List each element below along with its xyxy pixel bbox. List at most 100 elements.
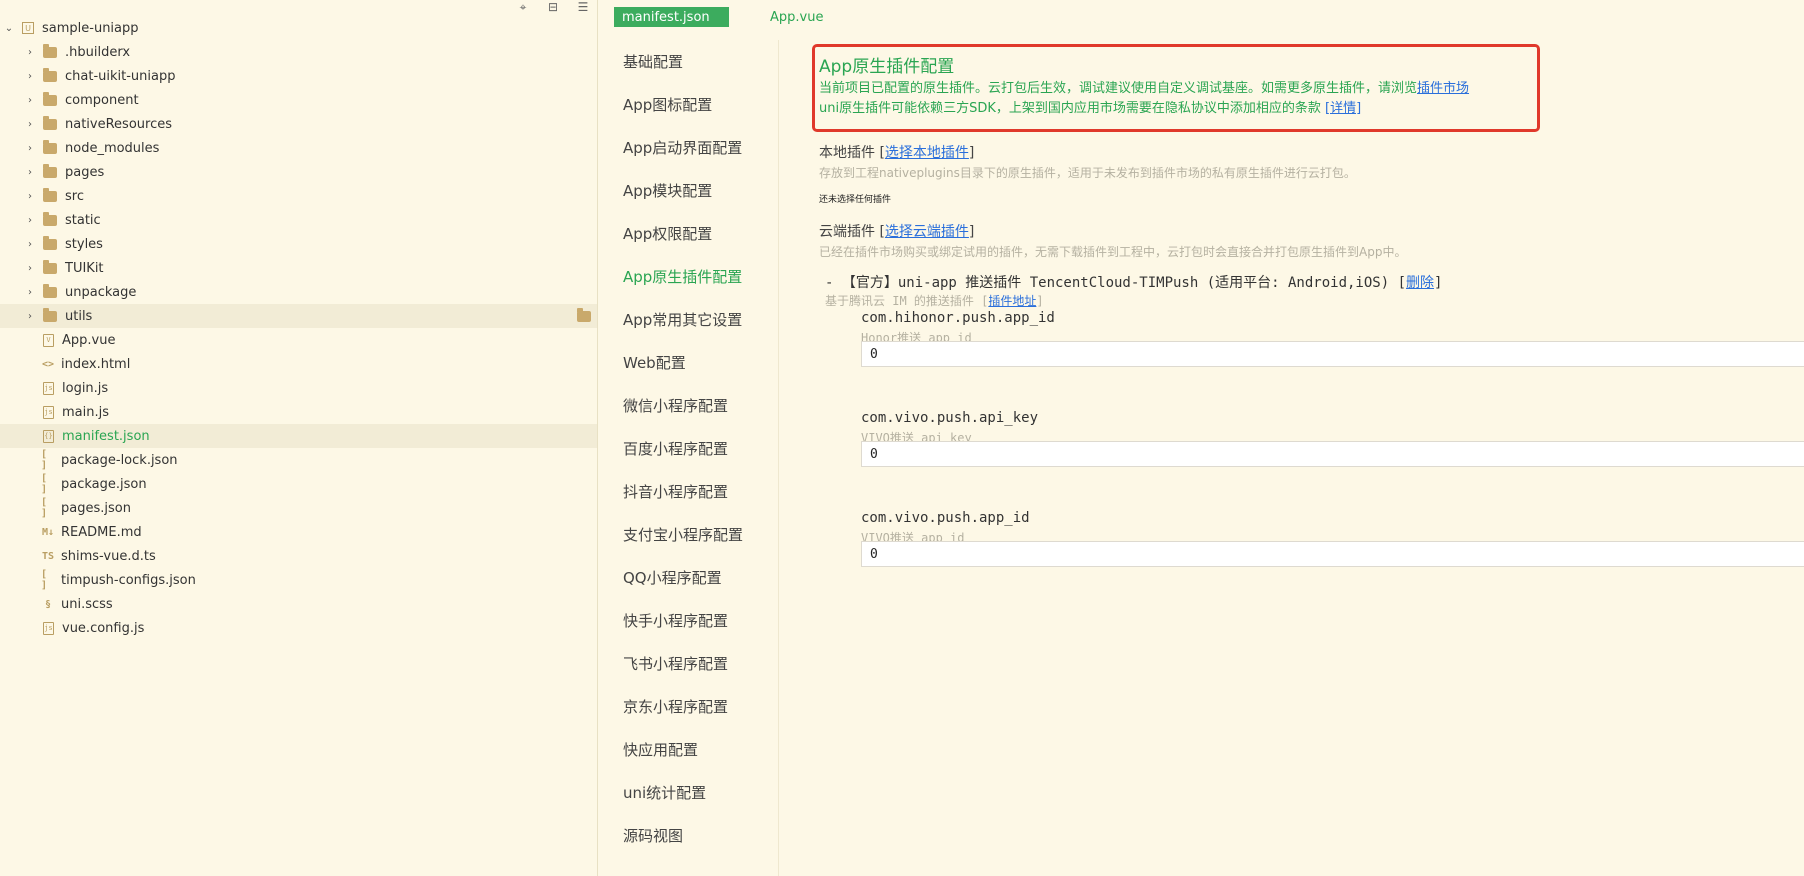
details-link[interactable]: [详情] bbox=[1325, 101, 1361, 116]
nav-item-qq-mp[interactable]: QQ小程序配置 bbox=[623, 567, 722, 588]
nav-item-app-native-plugins[interactable]: App原生插件配置 bbox=[623, 266, 742, 287]
tree-item-styles[interactable]: › styles bbox=[0, 232, 597, 256]
tree-item-unpackage[interactable]: › unpackage bbox=[0, 280, 597, 304]
tree-item-shims-vue-d-ts[interactable]: TS shims-vue.d.ts bbox=[0, 544, 597, 568]
tree-item-node-modules[interactable]: › node_modules bbox=[0, 136, 597, 160]
tree-item-manifest-json[interactable]: {} manifest.json bbox=[0, 424, 597, 448]
nav-item-douyin-mp[interactable]: 抖音小程序配置 bbox=[623, 481, 728, 502]
collapse-all-icon[interactable]: ⊟ bbox=[545, 0, 561, 14]
folder-icon bbox=[43, 283, 57, 298]
plugin-subtitle: 基于腾讯云 IM 的推送插件 [插件地址] bbox=[825, 292, 1044, 309]
nav-item-kuaishou-mp[interactable]: 快手小程序配置 bbox=[623, 610, 728, 631]
select-local-plugin-link[interactable]: 选择本地插件 bbox=[885, 145, 969, 161]
select-cloud-plugin-link[interactable]: 选择云端插件 bbox=[885, 224, 969, 240]
tree-item-tuikit[interactable]: › TUIKit bbox=[0, 256, 597, 280]
tree-item-label: uni.scss bbox=[61, 596, 113, 612]
vivo-api-key-input[interactable] bbox=[861, 441, 1804, 467]
tree-item-uni-scss[interactable]: § uni.scss bbox=[0, 592, 597, 616]
tree-item-pages-json[interactable]: [ ] pages.json bbox=[0, 496, 597, 520]
tree-item-label: shims-vue.d.ts bbox=[61, 548, 156, 564]
nav-item-alipay-mp[interactable]: 支付宝小程序配置 bbox=[623, 524, 743, 545]
description-text: 当前项目已配置的原生插件。云打包后生效，调试建议使用自定义调试基座。如需更多原生… bbox=[819, 81, 1418, 96]
tab-app-vue[interactable]: App.vue bbox=[770, 7, 823, 27]
manifest-settings-nav: 基础配置 App图标配置 App启动界面配置 App模块配置 App权限配置 A… bbox=[598, 40, 779, 876]
honor-app-id-input[interactable] bbox=[861, 341, 1804, 367]
html-file-icon: <> bbox=[41, 358, 55, 370]
tree-item-src[interactable]: › src bbox=[0, 184, 597, 208]
tree-item-utils[interactable]: › utils bbox=[0, 304, 597, 328]
tree-item-index-html[interactable]: <> index.html bbox=[0, 352, 597, 376]
tree-item-hbuilderx[interactable]: › .hbuilderx bbox=[0, 40, 597, 64]
bracket-close: ] bbox=[968, 224, 975, 240]
tree-item-label: package-lock.json bbox=[61, 452, 178, 468]
tree-item-label: static bbox=[65, 212, 101, 228]
tree-item-label: unpackage bbox=[65, 284, 137, 300]
tree-item-label: sample-uniapp bbox=[42, 20, 139, 36]
cloud-plugins-heading: 云端插件 [选择云端插件] bbox=[819, 221, 974, 241]
tree-item-label: utils bbox=[65, 308, 93, 324]
tree-item-vue-config-js[interactable]: js vue.config.js bbox=[0, 616, 597, 640]
nav-item-uni-stat[interactable]: uni统计配置 bbox=[623, 782, 706, 803]
nav-item-app-modules[interactable]: App模块配置 bbox=[623, 180, 712, 201]
chevron-right-icon: › bbox=[28, 46, 32, 58]
tab-manifest-json[interactable]: manifest.json bbox=[614, 7, 729, 27]
tree-item-component[interactable]: › component bbox=[0, 88, 597, 112]
chevron-right-icon: › bbox=[28, 94, 32, 106]
tree-item-login-js[interactable]: js login.js bbox=[0, 376, 597, 400]
tree-item-label: chat-uikit-uniapp bbox=[65, 68, 176, 84]
tree-item-pages[interactable]: › pages bbox=[0, 160, 597, 184]
tree-item-app-vue[interactable]: V App.vue bbox=[0, 328, 597, 352]
open-folder-icon[interactable] bbox=[577, 307, 591, 322]
nav-item-source-view[interactable]: 源码视图 bbox=[623, 825, 683, 846]
chevron-right-icon: › bbox=[28, 166, 32, 178]
tree-item-label: README.md bbox=[61, 524, 142, 540]
nav-item-baidu-mp[interactable]: 百度小程序配置 bbox=[623, 438, 728, 459]
nav-item-app-icon[interactable]: App图标配置 bbox=[623, 94, 712, 115]
vivo-app-id-input[interactable] bbox=[861, 541, 1804, 567]
chevron-right-icon: › bbox=[28, 238, 32, 250]
typescript-file-icon: TS bbox=[41, 550, 55, 562]
nav-item-basic[interactable]: 基础配置 bbox=[623, 51, 683, 72]
plugin-market-link[interactable]: 插件市场 bbox=[1417, 81, 1469, 96]
section-title: App原生插件配置 bbox=[819, 57, 955, 77]
nav-item-app-permissions[interactable]: App权限配置 bbox=[623, 223, 712, 244]
tree-item-label: App.vue bbox=[62, 332, 116, 348]
nav-item-app-splash[interactable]: App启动界面配置 bbox=[623, 137, 742, 158]
explorer-toolbar: ⌖ ⊟ ☰ bbox=[515, 0, 591, 14]
folder-icon bbox=[43, 259, 57, 274]
tree-item-chat-uikit-uniapp[interactable]: › chat-uikit-uniapp bbox=[0, 64, 597, 88]
nav-item-quickapp[interactable]: 快应用配置 bbox=[623, 739, 698, 760]
local-plugins-label: 本地插件 bbox=[819, 145, 875, 161]
plugin-url-link[interactable]: 插件地址 bbox=[988, 294, 1036, 308]
locate-icon[interactable]: ⌖ bbox=[515, 0, 531, 14]
plugin-title: - 【官方】uni-app 推送插件 TencentCloud-TIMPush … bbox=[825, 275, 1407, 291]
nav-item-web[interactable]: Web配置 bbox=[623, 352, 686, 373]
tree-item-label: manifest.json bbox=[62, 428, 150, 444]
cloud-plugins-label: 云端插件 bbox=[819, 224, 875, 240]
nav-item-feishu-mp[interactable]: 飞书小程序配置 bbox=[623, 653, 728, 674]
nav-item-jd-mp[interactable]: 京东小程序配置 bbox=[623, 696, 728, 717]
delete-plugin-link[interactable]: 删除 bbox=[1406, 275, 1434, 291]
json-file-icon: [ ] bbox=[41, 569, 48, 591]
folder-icon bbox=[43, 235, 57, 250]
js-file-icon: js bbox=[43, 405, 54, 419]
tree-item-project[interactable]: ⌄ U sample-uniapp bbox=[0, 16, 597, 40]
param-name-vivo-api-key: com.vivo.push.api_key bbox=[861, 410, 1039, 426]
tree-item-package-lock-json[interactable]: [ ] package-lock.json bbox=[0, 448, 597, 472]
json-file-icon: [ ] bbox=[41, 449, 48, 471]
tree-item-static[interactable]: › static bbox=[0, 208, 597, 232]
tree-item-label: vue.config.js bbox=[62, 620, 145, 636]
section-description: 当前项目已配置的原生插件。云打包后生效，调试建议使用自定义调试基座。如需更多原生… bbox=[819, 77, 1469, 96]
no-local-plugins-text: 还未选择任何插件 bbox=[819, 195, 892, 205]
tree-item-readme-md[interactable]: M↓ README.md bbox=[0, 520, 597, 544]
tree-item-nativeresources[interactable]: › nativeResources bbox=[0, 112, 597, 136]
bracket-close: ] bbox=[1434, 275, 1443, 291]
nav-item-wechat-mp[interactable]: 微信小程序配置 bbox=[623, 395, 728, 416]
local-plugins-hint: 存放到工程nativeplugins目录下的原生插件，适用于未发布到插件市场的私… bbox=[819, 166, 1356, 180]
nav-item-app-other-settings[interactable]: App常用其它设置 bbox=[623, 309, 742, 330]
menu-icon[interactable]: ☰ bbox=[575, 0, 591, 14]
tree-item-main-js[interactable]: js main.js bbox=[0, 400, 597, 424]
tree-item-package-json[interactable]: [ ] package.json bbox=[0, 472, 597, 496]
tree-item-timpush-configs-json[interactable]: [ ] timpush-configs.json bbox=[0, 568, 597, 592]
chevron-right-icon: › bbox=[28, 142, 32, 154]
